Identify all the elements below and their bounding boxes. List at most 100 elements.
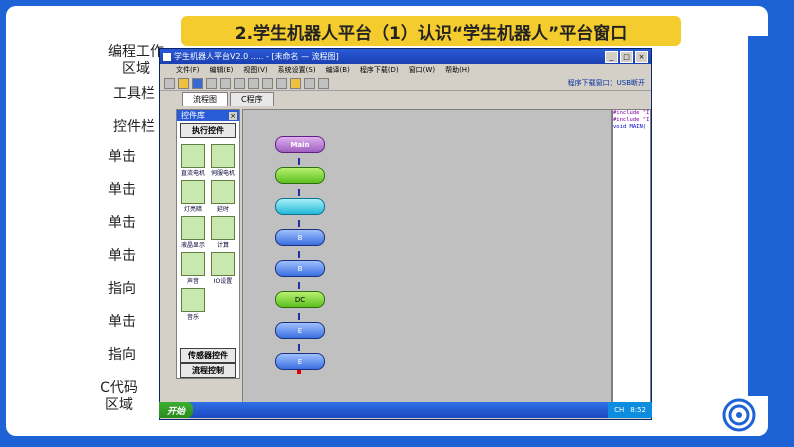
help-icon[interactable]: [318, 77, 329, 89]
palette-item[interactable]: 灯亮暗: [179, 180, 207, 213]
flow-block[interactable]: [275, 198, 325, 215]
lcd-icon: [181, 216, 205, 240]
label-click: 单击: [108, 248, 136, 264]
palette-item-label: 灯亮暗: [183, 206, 202, 213]
palette-grid: 直流电机 伺服电机灯亮暗 延时液晶显示 计算声音 IO设置音乐: [177, 140, 239, 325]
menu-edit[interactable]: 编辑(E): [210, 65, 234, 75]
flow-block[interactable]: E: [275, 353, 325, 370]
exec-controls-button[interactable]: 执行控件: [180, 123, 236, 138]
palette-item[interactable]: 计算: [209, 216, 237, 249]
print-icon[interactable]: [206, 77, 217, 89]
label-click: 单击: [108, 182, 136, 198]
menu-file[interactable]: 文件(F): [176, 65, 200, 75]
label-point: 指向: [108, 281, 136, 297]
label-click: 单击: [108, 149, 136, 165]
taskbar: 开始 CH 8:52: [159, 402, 652, 418]
redo-icon[interactable]: [276, 77, 287, 89]
flow-connector: [298, 282, 300, 289]
tab-bar: 流程图 C程序: [160, 91, 651, 106]
menu-view[interactable]: 视图(V): [243, 65, 267, 75]
menu-bar: 文件(F) 编辑(E) 视图(V) 系统设置(S) 编译(B) 程序下载(D) …: [160, 64, 651, 76]
download-status: 程序下载窗口：USB断开: [567, 79, 645, 87]
ime-indicator[interactable]: CH: [614, 406, 624, 414]
palette-item[interactable]: 延时: [209, 180, 237, 213]
window-title: 学生机器人平台V2.0 ..... - [未命名 — 流程图]: [174, 52, 339, 61]
slide-title: 2.学生机器人平台（1）认识“学生机器人”平台窗口: [181, 16, 681, 46]
code-line: #include "I: [613, 117, 650, 123]
compile-icon[interactable]: [290, 77, 301, 89]
palette-item-label: 声音: [186, 278, 199, 285]
code-line: void MAIN(: [613, 124, 647, 130]
flowchart-canvas[interactable]: Main B B DC E E: [242, 109, 612, 417]
paste-icon[interactable]: [248, 77, 259, 89]
maximize-icon[interactable]: □: [620, 50, 633, 63]
app-window: 学生机器人平台V2.0 ..... - [未命名 — 流程图] _ □ × 文件…: [159, 48, 652, 420]
palette-item[interactable]: 伺服电机: [209, 144, 237, 177]
label-code-area: C代码区域: [100, 380, 138, 413]
flow-block[interactable]: B: [275, 260, 325, 277]
flow-connector: [298, 251, 300, 258]
flow-connector: [298, 220, 300, 227]
palette-item[interactable]: 液晶显示: [179, 216, 207, 249]
palette-item-label: 伺服电机: [210, 170, 235, 177]
light-icon: [181, 180, 205, 204]
label-toolbar: 工具栏: [113, 86, 155, 102]
decor-ring-icon: [722, 398, 756, 432]
flow-block[interactable]: B: [275, 229, 325, 246]
close-icon[interactable]: ×: [635, 50, 648, 63]
palette-item-label: 直流电机: [180, 170, 205, 177]
palette-item[interactable]: 直流电机: [179, 144, 207, 177]
palette-close-icon[interactable]: ×: [229, 111, 237, 120]
palette-item-label: 音乐: [186, 314, 199, 321]
music-icon: [181, 288, 205, 312]
label-workspace: 编程工作区域: [108, 44, 164, 77]
palette-item-label: 计算: [216, 242, 229, 249]
minimize-icon[interactable]: _: [605, 50, 618, 63]
palette-header: 控件库 ×: [177, 110, 239, 121]
save-icon[interactable]: [192, 77, 203, 89]
code-line: #include "I: [613, 110, 650, 116]
delay-icon: [211, 180, 235, 204]
tab-flowchart[interactable]: 流程图: [182, 92, 228, 106]
calculator-icon: [211, 216, 235, 240]
flow-block[interactable]: DC: [275, 291, 325, 308]
tab-c-program[interactable]: C程序: [230, 92, 274, 106]
flow-end-marker: [297, 370, 301, 374]
open-icon[interactable]: [178, 77, 189, 89]
start-button[interactable]: 开始: [159, 402, 194, 418]
label-palette: 控件栏: [113, 119, 155, 135]
toolbar: 程序下载窗口：USB断开: [160, 76, 651, 91]
cut-icon[interactable]: [220, 77, 231, 89]
clock: 8:52: [630, 406, 646, 414]
copy-icon[interactable]: [234, 77, 245, 89]
label-click: 单击: [108, 314, 136, 330]
flow-block[interactable]: [275, 167, 325, 184]
menu-compile[interactable]: 编译(B): [326, 65, 350, 75]
new-icon[interactable]: [164, 77, 175, 89]
menu-settings[interactable]: 系统设置(S): [278, 65, 316, 75]
flow-control-button[interactable]: 流程控制: [180, 363, 236, 378]
undo-icon[interactable]: [262, 77, 273, 89]
menu-download[interactable]: 程序下载(D): [360, 65, 399, 75]
palette-item-label: 液晶显示: [180, 242, 205, 249]
c-code-area[interactable]: #include "I #include "I void MAIN(: [612, 109, 651, 417]
palette-item[interactable]: 音乐: [179, 288, 207, 321]
servo-motor-icon: [211, 144, 235, 168]
decor-bar: [748, 36, 768, 396]
menu-help[interactable]: 帮助(H): [445, 65, 470, 75]
flow-block[interactable]: E: [275, 322, 325, 339]
palette-item-label: 延时: [216, 206, 229, 213]
download-icon[interactable]: [304, 77, 315, 89]
window-titlebar[interactable]: 学生机器人平台V2.0 ..... - [未命名 — 流程图] _ □ ×: [160, 49, 651, 64]
app-icon: [163, 52, 171, 61]
palette-item[interactable]: IO设置: [209, 252, 237, 285]
system-tray: CH 8:52: [608, 402, 652, 418]
flow-connector: [298, 158, 300, 165]
palette-item[interactable]: 声音: [179, 252, 207, 285]
control-palette: 控件库 × 执行控件 直流电机 伺服电机灯亮暗 延时液晶显示 计算声音 IO设置音乐 传…: [176, 109, 240, 379]
dc-motor-icon: [181, 144, 205, 168]
sensor-controls-button[interactable]: 传感器控件: [180, 348, 236, 363]
flow-block[interactable]: Main: [275, 136, 325, 153]
menu-window[interactable]: 窗口(W): [409, 65, 435, 75]
sound-icon: [181, 252, 205, 276]
